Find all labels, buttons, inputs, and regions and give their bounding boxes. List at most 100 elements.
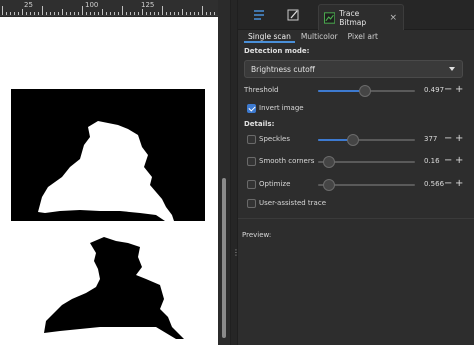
ruler-tick	[70, 12, 71, 15]
ruler-tick	[206, 12, 207, 15]
threshold-slider-handle[interactable]	[359, 85, 371, 97]
user-assisted-trace-checkbox[interactable]	[247, 199, 256, 208]
scrollbar-thumb[interactable]	[222, 178, 226, 338]
ruler-tick	[14, 12, 15, 15]
ruler-tick	[66, 12, 67, 15]
tab-trace-bitmap-label: Trace Bitmap	[339, 8, 367, 27]
ruler-tick	[58, 12, 59, 15]
ruler-tick	[6, 12, 7, 15]
detection-mode-dropdown[interactable]: Brightness cutoff	[244, 60, 463, 78]
ruler-tick	[54, 12, 55, 15]
preview-divider	[238, 218, 474, 219]
ruler-tick	[34, 12, 35, 15]
preview-label: Preview:	[242, 231, 272, 239]
user-assisted-trace-row[interactable]: User-assisted trace	[238, 197, 474, 211]
details-heading: Details:	[244, 120, 275, 128]
ruler-tick	[46, 12, 47, 15]
threshold-value[interactable]: 0.497	[424, 86, 444, 94]
canvas-artwork	[11, 89, 205, 339]
trace-bitmap-icon	[324, 11, 336, 24]
ruler-tick	[74, 12, 75, 15]
ruler-tick	[86, 12, 87, 15]
ruler-tick	[94, 12, 95, 15]
ruler-tick	[186, 12, 187, 15]
smooth-corners-decrement-button[interactable]: −	[444, 155, 452, 167]
trace-bitmap-panel: Trace Bitmap × Single scan Multicolor Pi…	[238, 0, 474, 345]
ruler-tick	[122, 6, 123, 15]
ruler-tick	[50, 12, 51, 15]
ruler-tick	[170, 12, 171, 15]
threshold-increment-button[interactable]: +	[455, 84, 463, 96]
speckles-slider-handle[interactable]	[347, 134, 359, 146]
ruler-tick	[214, 12, 215, 15]
threshold-decrement-button[interactable]: −	[444, 84, 452, 96]
speckles-label: Speckles	[259, 135, 290, 143]
ruler-tick	[182, 9, 183, 15]
smooth-corners-increment-button[interactable]: +	[455, 155, 463, 167]
splitter-grip-icon[interactable]: ⋮	[232, 249, 240, 263]
drawing-canvas[interactable]	[0, 17, 218, 345]
ruler-label: 125	[141, 1, 155, 9]
tab-single-scan[interactable]: Single scan	[244, 31, 295, 43]
ruler-tick	[198, 12, 199, 15]
ruler-tick	[166, 12, 167, 15]
smooth-corners-label: Smooth corners	[259, 157, 315, 165]
ruler-tick	[154, 12, 155, 15]
ruler-tick	[210, 12, 211, 15]
optimize-row: Optimize 0.566 − +	[238, 178, 474, 192]
ruler-tick	[178, 12, 179, 15]
mode-tab-bar: Single scan Multicolor Pixel art	[238, 31, 474, 44]
ruler-tick	[38, 12, 39, 15]
speckles-row: Speckles 377 − +	[238, 133, 474, 147]
tab-pixel-art[interactable]: Pixel art	[344, 31, 382, 43]
ruler-tick	[130, 12, 131, 15]
ruler-tick	[174, 12, 175, 15]
ruler-tick	[202, 6, 203, 15]
pen-edit-icon[interactable]	[285, 7, 301, 23]
optimize-value[interactable]: 0.566	[424, 180, 444, 188]
chevron-down-icon	[449, 67, 455, 71]
speckles-decrement-button[interactable]: −	[444, 133, 452, 145]
smooth-corners-row: Smooth corners 0.16 − +	[238, 155, 474, 169]
ruler-tick	[150, 12, 151, 15]
ruler-tick	[194, 12, 195, 15]
tab-trace-bitmap[interactable]: Trace Bitmap ×	[318, 4, 404, 30]
horizontal-ruler: 25 100 125	[0, 0, 218, 16]
optimize-checkbox[interactable]	[247, 180, 256, 189]
smooth-corners-slider-handle[interactable]	[323, 156, 335, 168]
invert-image-label: Invert image	[259, 104, 304, 112]
ruler-tick	[98, 12, 99, 15]
ruler-tick	[2, 6, 3, 15]
optimize-label: Optimize	[259, 180, 291, 188]
ruler-tick	[162, 6, 163, 15]
invert-image-checkbox[interactable]	[247, 104, 256, 113]
optimize-slider-handle[interactable]	[323, 179, 335, 191]
ruler-tick	[146, 12, 147, 15]
speckles-value[interactable]: 377	[424, 135, 437, 143]
invert-image-row[interactable]: Invert image	[238, 102, 474, 116]
smooth-corners-checkbox[interactable]	[247, 157, 256, 166]
ruler-tick	[106, 12, 107, 15]
optimize-decrement-button[interactable]: −	[444, 178, 452, 190]
tab-multicolor[interactable]: Multicolor	[297, 31, 342, 43]
smooth-corners-value[interactable]: 0.16	[424, 157, 440, 165]
layers-icon[interactable]	[251, 7, 267, 23]
ruler-label: 25	[24, 1, 33, 9]
dock-tab-bar: Trace Bitmap ×	[238, 0, 474, 30]
panel-splitter[interactable]	[230, 0, 238, 345]
ruler-tick	[18, 12, 19, 15]
ruler-tick	[42, 6, 43, 15]
ruler-tick	[62, 9, 63, 15]
close-tab-icon[interactable]: ×	[389, 13, 397, 23]
ruler-tick	[26, 12, 27, 15]
speckles-checkbox[interactable]	[247, 135, 256, 144]
ruler-tick	[102, 9, 103, 15]
optimize-increment-button[interactable]: +	[455, 178, 463, 190]
ruler-tick	[110, 12, 111, 15]
ruler-tick	[118, 12, 119, 15]
detection-mode-heading: Detection mode:	[244, 47, 310, 55]
speckles-increment-button[interactable]: +	[455, 133, 463, 145]
ruler-tick	[114, 12, 115, 15]
ruler-tick	[142, 9, 143, 15]
ruler-tick	[30, 12, 31, 15]
